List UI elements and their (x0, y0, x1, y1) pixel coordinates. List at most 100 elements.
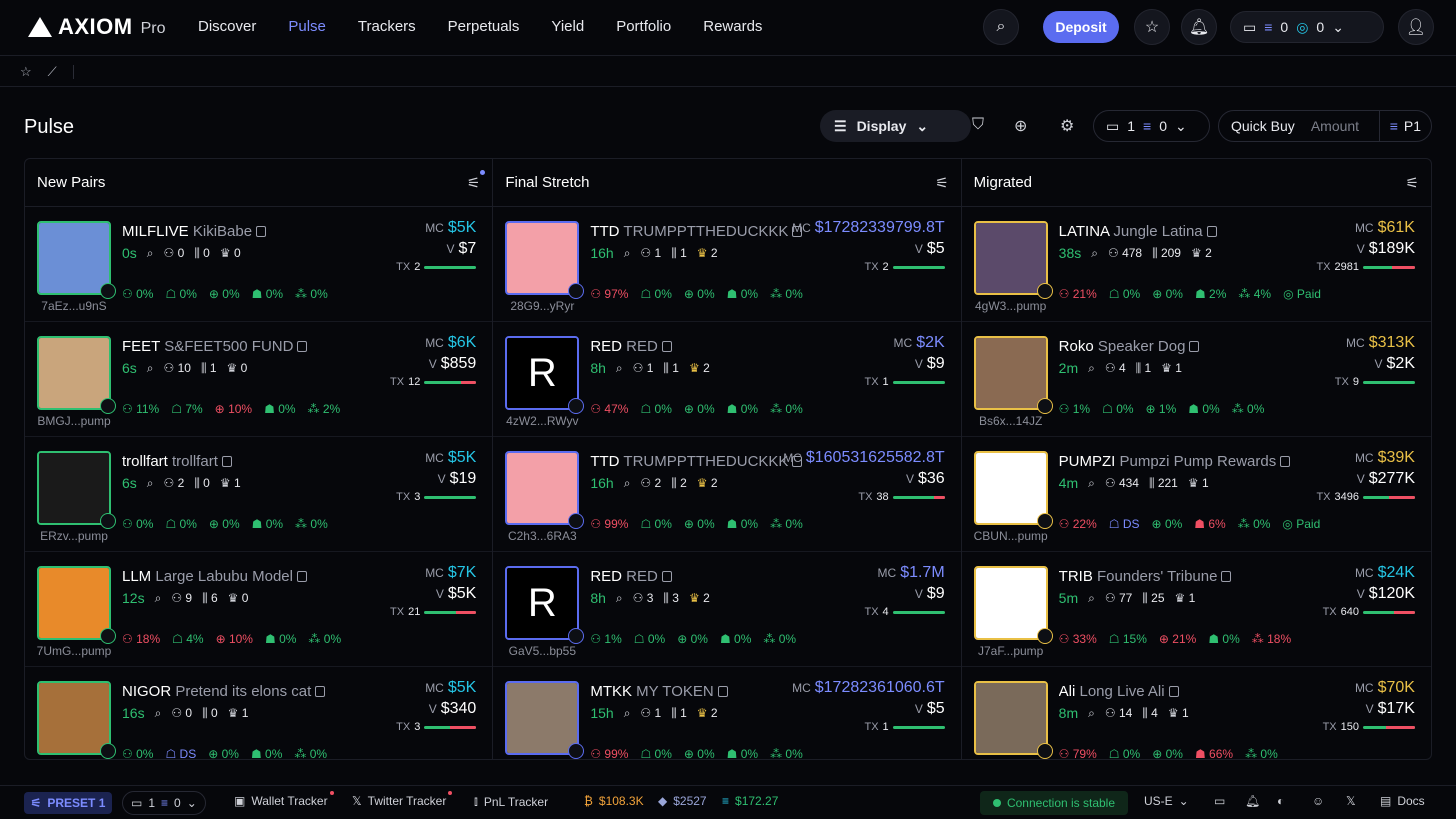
copy-icon[interactable] (1189, 341, 1200, 352)
token-thumbnail[interactable] (37, 566, 111, 640)
preset-selector[interactable]: ≡ P1 (1378, 111, 1431, 141)
contract-address[interactable]: CBUN...pump (966, 529, 1056, 543)
account-button[interactable]: 👤︎ (1398, 9, 1434, 45)
search-icon[interactable]: ⌕ (616, 591, 623, 606)
nav-discover[interactable]: Discover (198, 18, 256, 35)
token-thumbnail[interactable] (505, 451, 580, 525)
wallet-tracker-link[interactable]: ▣ Wallet Tracker (234, 791, 334, 808)
contract-address[interactable]: 4gW3...pump (966, 299, 1056, 313)
token-thumbnail[interactable] (505, 681, 580, 755)
search-icon[interactable]: ⌕ (1088, 591, 1095, 606)
token-thumbnail[interactable]: REDR (505, 336, 580, 410)
region-selector[interactable]: US-E ⌄ (1144, 794, 1189, 808)
search-icon[interactable]: ⌕ (1091, 246, 1098, 261)
token-row[interactable]: 4gW3...pump LATINA Jungle Latina 38s ⌕ ⚇ 478… (961, 207, 1431, 322)
copy-icon[interactable] (256, 226, 267, 237)
search-icon[interactable]: ⌕ (147, 246, 154, 261)
copy-icon[interactable] (1221, 571, 1232, 582)
nav-perpetuals[interactable]: Perpetuals (448, 18, 520, 35)
star-icon[interactable]: ☆ (20, 64, 32, 80)
token-row[interactable]: BMGJ...pump FEET S&FEET500 FUND 6s ⌕ ⚇ 10 ⫼ 1… (25, 322, 493, 437)
token-name[interactable]: NIGOR Pretend its elons cat (122, 683, 326, 700)
nav-yield[interactable]: Yield (551, 18, 584, 35)
token-name[interactable]: LATINA Jungle Latina (1059, 223, 1217, 240)
token-name[interactable]: Ali Long Live Ali (1059, 683, 1179, 700)
token-row[interactable]: REDR GaV5...bp55 RED RED 8h ⌕ ⚇ 3 ⫼ 3 ♛ 2 ⚇ 1% ☖ … (493, 552, 961, 667)
layout-icon[interactable]: ▭ (1214, 794, 1225, 808)
contract-address[interactable]: 7UmG...pump (29, 644, 119, 658)
nav-pulse[interactable]: Pulse (288, 18, 326, 35)
token-thumbnail[interactable]: REDR (505, 566, 580, 640)
twitter-tracker-link[interactable]: 𝕏 Twitter Tracker (352, 791, 453, 808)
contract-address[interactable]: 28G9...yRyr (497, 299, 587, 313)
token-row[interactable]: CBUN...pump PUMPZI Pumpzi Pump Rewards 4m ⌕… (961, 437, 1431, 552)
token-name[interactable]: RED RED (590, 568, 672, 585)
token-thumbnail[interactable] (973, 336, 1048, 410)
logo[interactable]: AXIOM Pro (28, 14, 166, 40)
token-name[interactable]: MILFLIVE KikiBabe (122, 223, 267, 240)
token-name[interactable]: MTKK MY TOKEN (590, 683, 728, 700)
token-name[interactable]: Roko Speaker Dog (1059, 338, 1200, 355)
wallet-select-pill[interactable]: ▭ 1 ≡ 0 ⌄ (1093, 110, 1210, 142)
search-icon[interactable]: ⌕ (1088, 361, 1095, 376)
wallet-selector[interactable]: ▭ ≡ 0 ◎ 0 ⌄ (1230, 11, 1384, 43)
copy-icon[interactable] (297, 341, 308, 352)
discord-icon[interactable]: ☺ (1312, 794, 1324, 808)
token-row[interactable]: Ali Long Live Ali 8m ⌕ ⚇ 14 ⫼ 4 ♛ 1 ⚇ 79% ☖ 0% ⊕… (962, 667, 1431, 759)
watchlist-button[interactable]: ☆ (1134, 9, 1170, 45)
nav-trackers[interactable]: Trackers (358, 18, 416, 35)
search-icon[interactable]: ⌕ (155, 706, 162, 721)
filter-icon[interactable]: ⚟ (467, 169, 486, 192)
contract-address[interactable]: ERzv...pump (29, 529, 119, 543)
token-name[interactable]: trollfart trollfart (122, 453, 232, 470)
target-settings-icon[interactable]: ⊕ (1014, 116, 1027, 136)
token-thumbnail[interactable] (505, 221, 580, 295)
pnl-tracker-link[interactable]: ⫾ PnL Tracker (474, 794, 548, 809)
copy-icon[interactable] (1206, 226, 1217, 237)
search-icon[interactable]: ⌕ (155, 591, 162, 606)
filter-icon[interactable]: ⚟ (1406, 174, 1419, 192)
contract-address[interactable]: BMGJ...pump (29, 414, 119, 428)
bell-icon[interactable]: 🔔︎ (1245, 794, 1260, 808)
bookmark-icon[interactable]: ⛉ (972, 116, 984, 134)
contract-address[interactable]: 4zW2...RWyv (497, 414, 587, 428)
copy-icon[interactable] (661, 341, 672, 352)
search-icon[interactable]: ⌕ (624, 476, 631, 491)
copy-icon[interactable] (315, 686, 326, 697)
nav-portfolio[interactable]: Portfolio (616, 18, 671, 35)
copy-icon[interactable] (221, 456, 232, 467)
chart-icon[interactable]: ⟋ (48, 64, 57, 80)
deposit-button[interactable]: Deposit (1043, 11, 1119, 43)
token-row[interactable]: NIGOR Pretend its elons cat 16s ⌕ ⚇ 0 ⫼ 0 ♛ 1… (25, 667, 492, 759)
contract-address[interactable]: GaV5...bp55 (497, 644, 587, 658)
search-icon[interactable]: ⌕ (147, 476, 154, 491)
x-logo-icon[interactable]: 𝕏 (1346, 794, 1356, 808)
token-thumbnail[interactable] (37, 221, 111, 295)
token-thumbnail[interactable] (973, 451, 1048, 525)
token-row[interactable]: 28G9...yRyr TTD TRUMPPTTHEDUCKKK 16h ⌕ ⚇ 1 ⫼ … (493, 207, 961, 322)
copy-icon[interactable] (1280, 456, 1291, 467)
contract-address[interactable]: Bs6x...14JZ (966, 414, 1056, 428)
search-icon[interactable]: ⌕ (1088, 476, 1095, 491)
display-button[interactable]: ☰ Display ⌄ (820, 110, 971, 142)
token-thumbnail[interactable] (973, 681, 1048, 755)
token-thumbnail[interactable] (973, 221, 1048, 295)
token-row[interactable]: MTKK MY TOKEN 15h ⌕ ⚇ 1 ⫼ 1 ♛ 2 ⚇ 99% ☖ 0% ⊕ 0% ☗… (493, 667, 960, 759)
token-row[interactable]: C2h3...6RA3 TTD TRUMPPTTHEDUCKKK 16h ⌕ ⚇ 2 ⫼ … (493, 437, 961, 552)
token-thumbnail[interactable] (973, 566, 1048, 640)
copy-icon[interactable] (1168, 686, 1179, 697)
contract-address[interactable]: C2h3...6RA3 (497, 529, 587, 543)
docs-link[interactable]: ▤ Docs (1380, 794, 1425, 808)
copy-icon[interactable] (661, 571, 672, 582)
preset-button[interactable]: ⚟ PRESET 1 (24, 792, 112, 814)
notifications-button[interactable]: 🔔︎ (1181, 9, 1217, 45)
token-thumbnail[interactable] (37, 451, 111, 525)
search-icon[interactable]: ⌕ (616, 361, 623, 376)
search-icon[interactable]: ⌕ (147, 361, 154, 376)
copy-icon[interactable] (717, 686, 728, 697)
copy-icon[interactable] (296, 571, 307, 582)
token-name[interactable]: PUMPZI Pumpzi Pump Rewards (1059, 453, 1291, 470)
gear-icon[interactable]: ⚙ (1060, 116, 1074, 136)
token-thumbnail[interactable] (37, 681, 111, 755)
search-button[interactable]: ⌕ (983, 9, 1019, 45)
